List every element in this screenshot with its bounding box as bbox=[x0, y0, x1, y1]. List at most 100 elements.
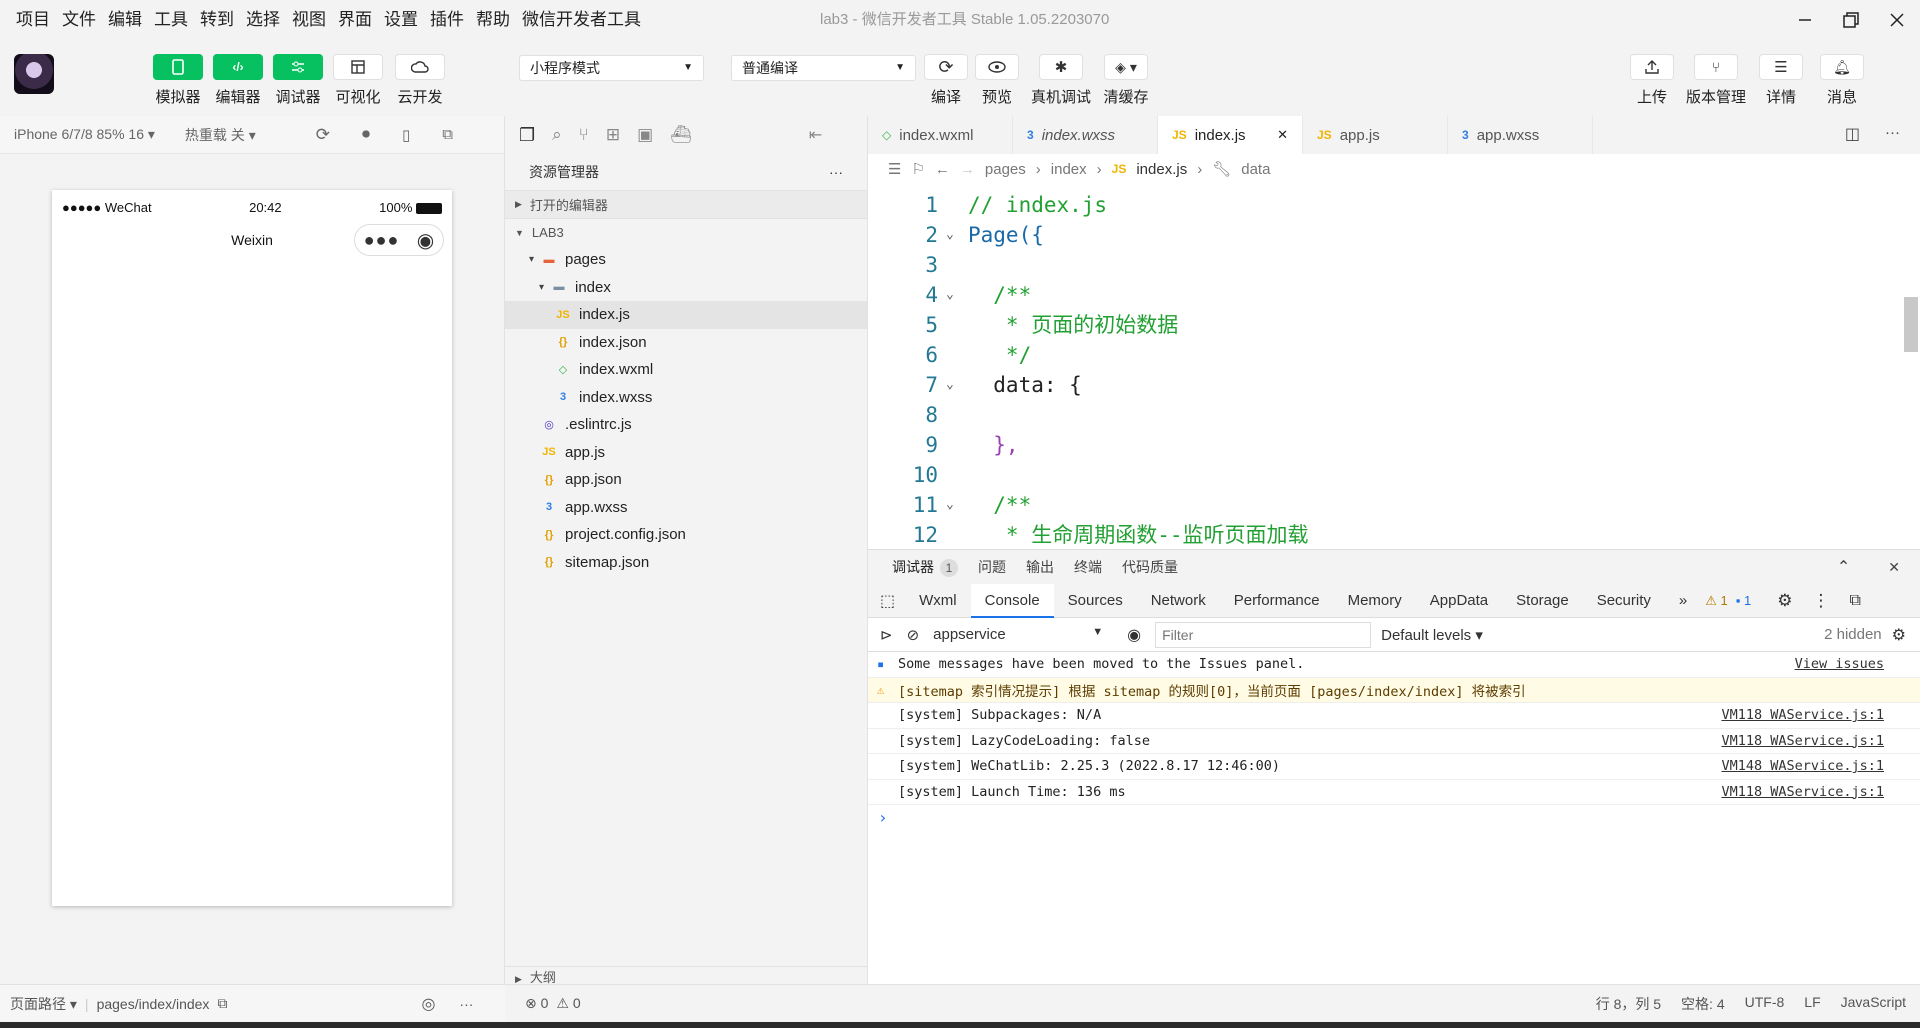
code-lines[interactable]: 1// index.js 2 ⌄ Page({3 4 ⌄ /** 5 * 页面的初始数据 6 … bbox=[868, 184, 1920, 604]
user-avatar[interactable] bbox=[14, 54, 54, 94]
levels-select[interactable]: Default levels ▾ bbox=[1381, 626, 1483, 644]
phone-screen[interactable]: ●●●●● WeChat 20:42 100% Weixin ●●● ◉ bbox=[52, 190, 452, 906]
back-icon[interactable]: ← bbox=[935, 161, 950, 178]
popout-icon[interactable]: ⧉ bbox=[442, 126, 453, 143]
close-icon[interactable]: ✕ bbox=[1888, 559, 1900, 576]
more-icon[interactable]: ··· bbox=[459, 996, 473, 1012]
docker-icon[interactable]: ⛴ bbox=[670, 125, 692, 145]
console-prompt[interactable]: › bbox=[868, 805, 1920, 831]
gear-icon[interactable]: ⚙ bbox=[1777, 591, 1792, 611]
context-select[interactable]: appservice ▼ bbox=[933, 626, 1103, 643]
extensions-icon[interactable]: ⊞ bbox=[606, 125, 620, 145]
fold-icon[interactable]: ⌄ bbox=[946, 490, 954, 520]
tree-item[interactable]: ▾ ▬ index bbox=[505, 274, 867, 302]
more-icon[interactable]: ●●● bbox=[364, 230, 400, 251]
source-link[interactable]: VM148 WAService.js:1 bbox=[1721, 758, 1884, 774]
devtools-tab[interactable]: Memory bbox=[1334, 584, 1416, 618]
menu-item[interactable]: 工具 bbox=[148, 0, 194, 40]
devtools-tab[interactable]: Storage bbox=[1502, 584, 1583, 618]
editor-toggle[interactable]: ‹/› 编辑器 bbox=[208, 54, 268, 107]
menu-item[interactable]: 转到 bbox=[194, 0, 240, 40]
more-icon[interactable]: ··· bbox=[829, 164, 843, 180]
git-icon[interactable]: ⑂ bbox=[579, 125, 589, 145]
gear-icon[interactable]: ⚙ bbox=[1892, 625, 1906, 645]
tree-item[interactable]: ◇ index.wxml bbox=[505, 356, 867, 384]
menu-item[interactable]: 项目 bbox=[10, 0, 56, 40]
menu-item[interactable]: 选择 bbox=[240, 0, 286, 40]
debugger-tab[interactable]: 代码质量 bbox=[1122, 557, 1178, 577]
editor-tab[interactable]: ◇ index.wxml bbox=[868, 116, 1013, 154]
hot-reload-toggle[interactable]: 热重载 关 ▾ bbox=[185, 125, 256, 145]
source-link[interactable]: View issues bbox=[1795, 656, 1884, 672]
compile-mode-select[interactable]: 普通编译 ▼ bbox=[731, 55, 916, 81]
editor-tab[interactable]: JS index.js ✕ bbox=[1158, 116, 1303, 154]
menu-item[interactable]: 帮助 bbox=[470, 0, 516, 40]
more-icon[interactable]: ··· bbox=[1885, 124, 1900, 141]
close-button[interactable] bbox=[1874, 0, 1920, 40]
menu-item[interactable]: 微信开发者工具 bbox=[516, 0, 647, 40]
menu-item[interactable]: 设置 bbox=[378, 0, 424, 40]
tree-item[interactable]: {} app.json bbox=[505, 466, 867, 494]
tree-item[interactable]: JS app.js bbox=[505, 439, 867, 467]
tree-item[interactable]: JS index.js bbox=[505, 301, 867, 329]
menu-item[interactable]: 文件 bbox=[56, 0, 102, 40]
upload-button[interactable]: 上传 bbox=[1622, 54, 1682, 107]
editor-tab[interactable]: 3 index.wxss bbox=[1013, 116, 1158, 154]
device-select[interactable]: iPhone 6/7/8 85% 16 ▾ bbox=[14, 126, 155, 143]
files-icon[interactable]: ❐ bbox=[519, 125, 535, 146]
tree-item[interactable]: ◎ .eslintrc.js bbox=[505, 411, 867, 439]
minimize-button[interactable] bbox=[1782, 0, 1828, 40]
warning-count[interactable]: ⚠ 0 bbox=[556, 995, 580, 1012]
eye-icon[interactable]: ◉ bbox=[1127, 625, 1141, 645]
devtools-tab[interactable]: Console bbox=[970, 583, 1054, 618]
open-editors-section[interactable]: ▶ 打开的编辑器 bbox=[505, 190, 867, 218]
more-tabs-icon[interactable]: » bbox=[1665, 584, 1701, 618]
tree-item[interactable]: 3 app.wxss bbox=[505, 494, 867, 522]
dock-icon[interactable]: ⧉ bbox=[1849, 592, 1860, 610]
storage-icon[interactable]: ▣ bbox=[637, 125, 653, 145]
warning-count[interactable]: ⚠ 1 bbox=[1705, 593, 1728, 609]
source-link[interactable]: VM118 WAService.js:1 bbox=[1721, 707, 1884, 723]
project-section[interactable]: ▼ LAB3 bbox=[505, 218, 867, 246]
list-icon[interactable]: ☰ bbox=[888, 160, 901, 178]
maximize-button[interactable] bbox=[1828, 0, 1874, 40]
indentation[interactable]: 空格: 4 bbox=[1681, 994, 1725, 1014]
encoding[interactable]: UTF-8 bbox=[1745, 994, 1785, 1014]
eye-icon[interactable]: ◎ bbox=[421, 994, 435, 1014]
info-count[interactable]: ▪ 1 bbox=[1736, 593, 1751, 608]
details-button[interactable]: ☰ 详情 bbox=[1751, 54, 1811, 107]
devtools-tab[interactable]: Security bbox=[1583, 584, 1665, 618]
search-icon[interactable]: ⌕ bbox=[552, 125, 562, 145]
menu-item[interactable]: 界面 bbox=[332, 0, 378, 40]
editor-tab[interactable]: JS app.js bbox=[1303, 116, 1448, 154]
cloud-button[interactable]: 云开发 bbox=[390, 54, 450, 107]
devtools-tab[interactable]: Performance bbox=[1220, 584, 1334, 618]
real-debug-button[interactable]: ✱ 真机调试 bbox=[1031, 54, 1091, 107]
rotate-icon[interactable]: ⟳ bbox=[316, 125, 330, 145]
clear-cache-button[interactable]: ◈ ▾ 清缓存 bbox=[1096, 54, 1156, 107]
copy-icon[interactable]: ⧉ bbox=[217, 995, 227, 1012]
close-icon[interactable]: ✕ bbox=[1277, 127, 1288, 143]
preview-button[interactable]: 预览 bbox=[967, 54, 1027, 107]
chevron-up-icon[interactable]: ⌃ bbox=[1837, 557, 1850, 577]
phone-icon[interactable]: ▯ bbox=[402, 126, 410, 144]
close-circle-icon[interactable]: ◉ bbox=[417, 228, 434, 253]
fold-icon[interactable]: ⌄ bbox=[946, 280, 954, 310]
error-count[interactable]: ⊗ 0 bbox=[525, 995, 548, 1012]
fold-icon[interactable]: ⌄ bbox=[946, 220, 954, 250]
editor-scrollbar[interactable] bbox=[1904, 297, 1918, 352]
split-editor-icon[interactable]: ◫ bbox=[1845, 124, 1860, 144]
menu-item[interactable]: 视图 bbox=[286, 0, 332, 40]
devtools-tab[interactable]: AppData bbox=[1416, 584, 1502, 618]
mode-select[interactable]: 小程序模式 ▼ bbox=[519, 55, 704, 81]
forward-icon[interactable]: → bbox=[960, 161, 975, 178]
debugger-tab[interactable]: 问题 bbox=[978, 557, 1006, 577]
visual-toggle[interactable]: 可视化 bbox=[328, 54, 388, 107]
capsule-menu[interactable]: ●●● ◉ bbox=[354, 224, 444, 256]
page-path-label[interactable]: 页面路径 ▾ bbox=[10, 994, 77, 1014]
simulator-toggle[interactable]: 模拟器 bbox=[148, 54, 208, 107]
cursor-position[interactable]: 行 8，列 5 bbox=[1596, 994, 1661, 1014]
language-mode[interactable]: JavaScript bbox=[1841, 994, 1906, 1014]
stop-icon[interactable]: ⏺ bbox=[362, 126, 370, 144]
collapse-panel-icon[interactable]: ⇤ bbox=[809, 125, 822, 145]
